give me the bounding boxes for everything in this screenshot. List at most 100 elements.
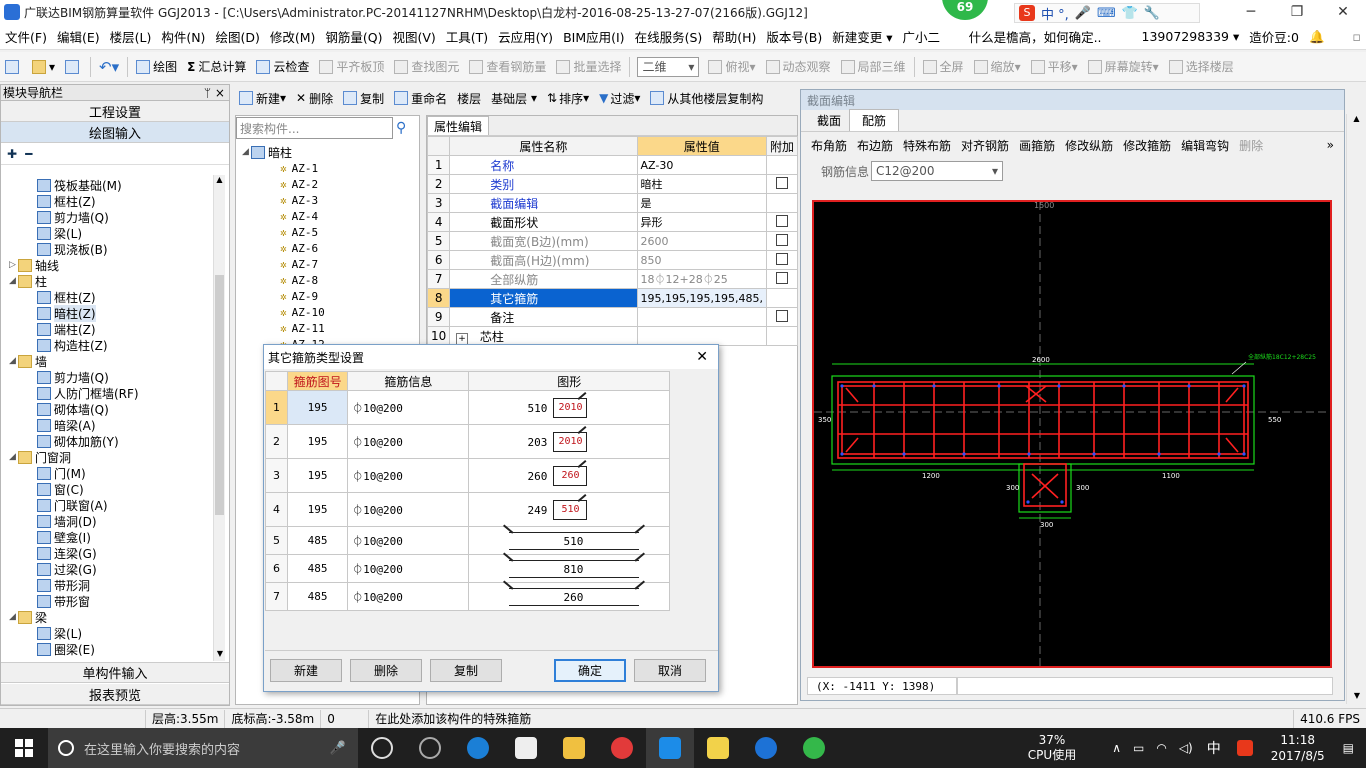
stirrup-shape[interactable]: 260 [468, 580, 670, 611]
nav-tree-item[interactable]: 剪力墙(Q) [1, 369, 211, 385]
stirrup-row[interactable]: 1 195 ⏀10@200 510 2010 [264, 390, 670, 425]
save-icon[interactable] [60, 59, 87, 74]
dialog-close-icon[interactable]: ✕ [696, 349, 718, 365]
ime-toolbar[interactable]: S 中 °, 🎤 ⌨ 👕 🔧 [1014, 3, 1200, 23]
component-item[interactable]: ✲ AZ-10 [240, 304, 418, 320]
tray-volume-icon[interactable]: ◁) [1179, 741, 1193, 755]
extra-checkbox[interactable] [775, 309, 788, 322]
extra-checkbox[interactable] [775, 233, 788, 246]
tool-special-bar[interactable]: 特殊布筋 [901, 137, 953, 154]
more-tools-icon[interactable]: » [1327, 138, 1344, 152]
nav-tree-item[interactable]: ◢ 门窗洞 [1, 449, 211, 465]
stirrup-shape[interactable]: 260 260 [468, 458, 670, 493]
menu-component[interactable]: 构件(N) [156, 27, 210, 46]
property-value[interactable]: 是 [636, 193, 767, 213]
property-row[interactable]: 2 类别 暗柱 [426, 174, 799, 194]
component-item[interactable]: ✲ AZ-8 [240, 272, 418, 288]
menu-draw[interactable]: 绘图(D) [210, 27, 264, 46]
expand-all-icon[interactable]: ✚ [7, 147, 17, 161]
stirrup-new-button[interactable]: 新建 [270, 659, 342, 682]
action-center-icon[interactable]: ▤ [1343, 741, 1354, 755]
close-button[interactable]: ✕ [1320, 0, 1366, 24]
zoom-button[interactable]: 缩放 ▾ [969, 58, 1026, 75]
property-row[interactable]: 5 截面宽(B边)(mm) 2600 [426, 231, 799, 251]
flat-top-button[interactable]: 平齐板顶 [314, 58, 389, 75]
stirrup-code[interactable]: 485 [287, 582, 349, 611]
menu-question[interactable]: 什么是檐高，如何确定.. [964, 27, 1107, 46]
floor-select[interactable]: 基础层 ▾ [486, 90, 542, 107]
property-value[interactable]: 暗柱 [636, 174, 767, 194]
single-component-input-button[interactable]: 单构件输入 [1, 662, 229, 683]
component-item[interactable]: ✲ AZ-5 [240, 224, 418, 240]
component-item[interactable]: ✲ AZ-1 [240, 160, 418, 176]
rename-button[interactable]: 重命名 [389, 90, 452, 107]
new-file-icon[interactable] [0, 59, 27, 74]
nav-tree-item[interactable]: 构造柱(Z) [1, 337, 211, 353]
property-value[interactable]: 18⏀12+28⏀25 [636, 269, 767, 289]
ggj-app-icon[interactable] [646, 728, 694, 768]
maximize-button[interactable]: ❐ [1274, 0, 1320, 24]
property-value[interactable]: 异形 [636, 212, 767, 232]
tray-wifi-icon[interactable]: ◠ [1156, 741, 1166, 755]
section-canvas[interactable]: 1500 2600 350 550 1200 300 300 1100 300 … [812, 200, 1332, 668]
local-3d-button[interactable]: 局部三维 [836, 58, 911, 75]
property-row[interactable]: 6 截面高(H边)(mm) 850 [426, 250, 799, 270]
nav-tree-item[interactable]: ◢ 梁 [1, 609, 211, 625]
tray-arrow-icon[interactable]: ∧ [1112, 741, 1121, 755]
stirrup-code[interactable]: 485 [287, 554, 349, 583]
menu-bim[interactable]: BIM应用(I) [558, 27, 630, 46]
nav-tree-item[interactable]: 筏板基础(M) [1, 177, 211, 193]
expander-icon[interactable]: ◢ [7, 276, 18, 286]
extra-cell[interactable] [765, 231, 799, 251]
stirrup-row[interactable]: 4 195 ⏀10@200 249 510 [264, 492, 670, 527]
stirrup-copy-button[interactable]: 复制 [430, 659, 502, 682]
component-item[interactable]: ✲ AZ-7 [240, 256, 418, 272]
stirrup-info[interactable]: ⏀10@200 [347, 526, 470, 555]
extra-checkbox[interactable] [775, 252, 788, 265]
nav-tree-item[interactable]: 砌体加筋(Y) [1, 433, 211, 449]
nav-tree-item[interactable]: 剪力墙(Q) [1, 209, 211, 225]
cloud-check-button[interactable]: 云检查 [251, 58, 314, 75]
menu-beans[interactable]: 造价豆:0 [1244, 27, 1304, 46]
component-item[interactable]: ✲ AZ-9 [240, 288, 418, 304]
extra-cell[interactable] [765, 155, 799, 175]
stirrup-info[interactable]: ⏀10@200 [347, 554, 470, 583]
extra-cell[interactable] [765, 288, 799, 308]
report-preview-button[interactable]: 报表预览 [1, 684, 229, 705]
nav-tree-item[interactable]: 梁(L) [1, 625, 211, 641]
new-component-button[interactable]: 新建 ▾ [234, 90, 291, 107]
stirrup-delete-button[interactable]: 删除 [350, 659, 422, 682]
component-item[interactable]: ✲ AZ-3 [240, 192, 418, 208]
stirrup-shape[interactable]: 203 2010 [468, 424, 670, 459]
extra-cell[interactable] [765, 326, 799, 346]
expander-icon[interactable]: ◢ [240, 147, 251, 157]
extra-cell[interactable] [765, 212, 799, 232]
nav-tree-item[interactable]: ▷ 轴线 [1, 257, 211, 273]
nav-tree-item[interactable]: 连梁(G) [1, 545, 211, 561]
menu-new-change[interactable]: 新建变更 ▾ [827, 27, 897, 46]
nav-tree-item[interactable]: 带形洞 [1, 577, 211, 593]
component-item[interactable]: ✲ AZ-12 [240, 336, 418, 345]
nav-tree-item[interactable]: 暗柱(Z) [1, 304, 211, 322]
component-tree-root[interactable]: ◢ 暗柱 [240, 144, 418, 160]
menu-online[interactable]: 在线服务(S) [630, 27, 708, 46]
tool-edit-hook[interactable]: 编辑弯钩 [1179, 137, 1231, 154]
property-value[interactable]: AZ-30 [636, 155, 767, 175]
batch-select-button[interactable]: 批量选择 [551, 58, 626, 75]
tool-modify-stirrup[interactable]: 修改箍筋 [1121, 137, 1173, 154]
restore-icon[interactable]: ▫ [1348, 29, 1366, 44]
stirrup-shape[interactable]: 510 [468, 524, 670, 555]
menu-help[interactable]: 帮助(H) [707, 27, 761, 46]
stirrup-info[interactable]: ⏀10@200 [347, 492, 470, 527]
property-row[interactable]: 3 截面编辑是 [426, 193, 799, 213]
tool-corner-bar[interactable]: 布角筋 [809, 137, 849, 154]
extra-cell[interactable] [765, 250, 799, 270]
fullscreen-button[interactable]: 全屏 [918, 58, 969, 75]
undo-icon[interactable]: ↶▾ [94, 58, 124, 76]
component-item[interactable]: ✲ AZ-4 [240, 208, 418, 224]
stirrup-shape[interactable]: 249 510 [468, 492, 670, 527]
dialog-ok-button[interactable]: 确定 [554, 659, 626, 682]
stirrup-shape[interactable]: 810 [468, 552, 670, 583]
tool-draw-stirrup[interactable]: 画箍筋 [1017, 137, 1057, 154]
stirrup-code[interactable]: 195 [287, 424, 349, 459]
